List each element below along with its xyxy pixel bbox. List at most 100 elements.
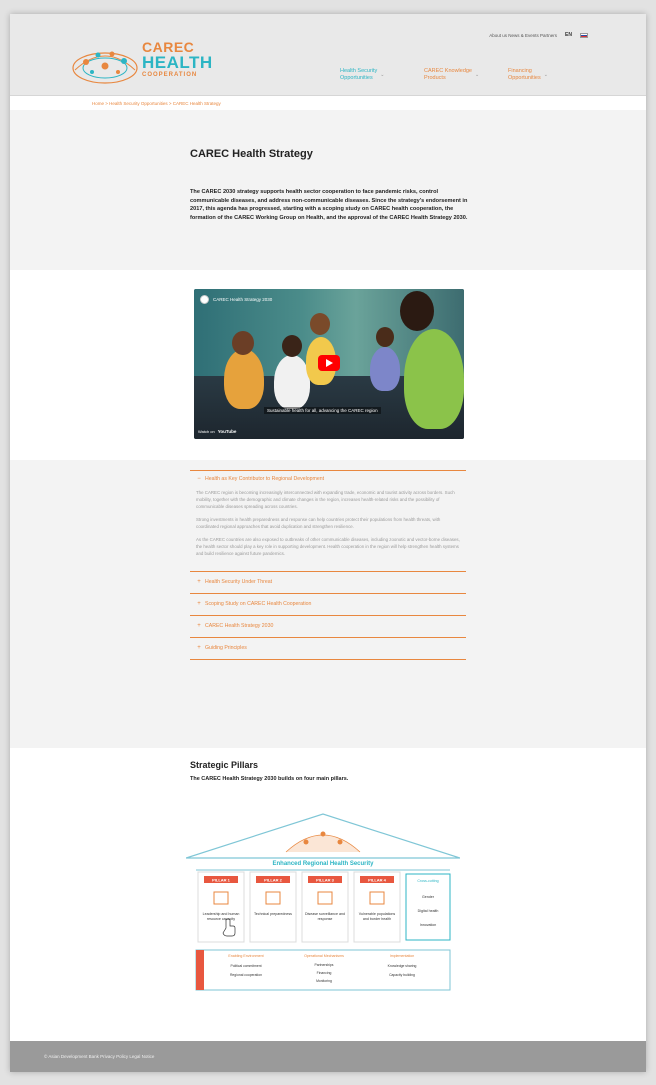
accordion-header[interactable]: + Scoping Study on CAREC Health Cooperat… [190,594,466,615]
pillar-3[interactable]: PILLAR 3 Disease surveillance and respon… [301,871,349,943]
pillar-text: Technical preparedness [254,912,292,916]
accordion-title: Guiding Principles [205,645,247,651]
base-item: Knowledge sharing [388,964,417,968]
logo-text: CAREC HEALTH COOPERATION [142,40,213,78]
side-box-item: Digital health [418,909,439,913]
accordion-header[interactable]: + Health Security Under Threat [190,572,466,593]
accordion-header[interactable]: + Guiding Principles [190,638,466,659]
roof-dot-icon [303,839,309,845]
top-links[interactable]: About us News & Events Partners [489,33,557,38]
accordion-item[interactable]: + Health Security Under Threat [190,571,466,593]
pillar-tag: PILLAR 3 [316,878,335,883]
video-player[interactable]: CAREC Health Strategy 2030 Sustainable h… [194,289,464,439]
base-section-title: Operational Mechanisms [304,954,344,958]
video-figure [224,349,264,409]
accordion-section: − Health as Key Contributor to Regional … [10,460,646,748]
roof-globe-icon [285,834,361,853]
side-box-item: Gender [422,895,435,899]
footer-links[interactable]: © Asian Development Bank Privacy Policy … [44,1054,154,1059]
video-figure-head [400,291,434,331]
watch-on-label: Watch on [198,429,215,434]
plus-icon: + [197,645,201,651]
base-section-title: Enabling Environment [228,954,263,958]
video-caption: Sustainable health for all, advancing th… [264,407,381,414]
video-section: CAREC Health Strategy 2030 Sustainable h… [10,270,646,460]
nav-label: CAREC Knowledge Products [424,68,472,81]
play-icon[interactable] [318,355,340,371]
chevron-down-icon: ⌄ [543,72,548,78]
pillars-title: Strategic Pillars [190,760,259,770]
logo-globe-icon [72,51,138,84]
accordion-paragraph: Strong investments in health preparednes… [196,517,441,529]
accordion-paragraph: The CAREC region is becoming increasingl… [196,490,455,509]
base-section-title: Implementation [390,954,415,958]
side-box-item: Innovation [420,923,437,927]
youtube-logo: YouTube [217,429,237,434]
base-item: Monitoring [316,979,332,983]
base-item: Financing [317,971,332,975]
accordion-paragraph: As the CAREC countries are also exposed … [196,537,460,556]
channel-avatar[interactable] [200,295,209,304]
intro-section: CAREC Health Strategy The CAREC 2030 str… [10,110,646,270]
plus-icon: + [197,601,201,607]
accordion-title: Health Security Under Threat [205,579,273,585]
accordion-header[interactable]: + CAREC Health Strategy 2030 [190,616,466,637]
plus-icon: + [197,623,201,629]
pillar-text: Vulnerable populations and border health [358,912,396,921]
side-box-border [405,873,451,941]
page-frame: CAREC HEALTH COOPERATION About us News &… [10,14,646,1072]
logo-line-1: CAREC [142,39,195,55]
pillars-section: Strategic Pillars The CAREC Health Strat… [10,748,646,1002]
video-figure-head [232,331,254,355]
page-title: CAREC Health Strategy [190,148,313,160]
accordion-item[interactable]: + Guiding Principles [190,637,466,660]
foundation: Enabling Environment Political commitmen… [195,949,451,991]
intro-lead: The CAREC 2030 strategy supports health … [190,189,468,221]
pillar-tag: PILLAR 4 [368,878,387,883]
breadcrumb[interactable]: Home > Health Security Opportunities > C… [92,101,221,106]
nav-label: Health Security Opportunities [340,68,378,81]
accordion-title: Health as Key Contributor to Regional De… [205,476,325,482]
accordion-title: Scoping Study on CAREC Health Cooperatio… [205,601,312,607]
site-header: CAREC HEALTH COOPERATION About us News &… [10,14,646,96]
side-box-title: Cross-cutting [417,879,438,883]
cross-cutting-box: Cross-cutting Gender Digital health Inno… [405,873,451,941]
nav-health-security[interactable]: Health Security Opportunities ⌄ [340,68,402,82]
accordion-item[interactable]: + CAREC Health Strategy 2030 [190,615,466,637]
site-footer: © Asian Development Bank Privacy Policy … [10,1041,646,1072]
pillar-4[interactable]: PILLAR 4 Vulnerable populations and bord… [353,871,401,943]
site-logo[interactable]: CAREC HEALTH COOPERATION [70,40,220,84]
chevron-down-icon: ⌄ [475,72,480,78]
base-item: Capacity building [389,973,415,977]
video-figure-head [310,313,330,335]
accordion-header[interactable]: − Health as Key Contributor to Regional … [190,471,466,487]
roof-dot-icon [337,839,343,845]
pillar-2[interactable]: PILLAR 2 Technical preparedness [249,871,297,943]
pillar-tag: PILLAR 2 [264,878,283,883]
accordion-title: CAREC Health Strategy 2030 [205,623,274,629]
pillar-1[interactable]: PILLAR 1 Leadership and human resource c… [197,871,245,943]
nav-knowledge-products[interactable]: CAREC Knowledge Products ⌄ [424,68,486,82]
top-utility-bar: About us News & Events Partners EN [489,32,588,38]
base-item: Partnerships [314,963,333,967]
pillar-text: Leadership and human resource capacity [202,912,240,921]
foundation-side-tag [196,950,204,990]
main-nav: Health Security Opportunities ⌄ CAREC Kn… [340,68,570,82]
video-figure [274,355,310,409]
video-header: CAREC Health Strategy 2030 [200,295,272,304]
watch-on-youtube[interactable]: Watch on YouTube [198,429,236,434]
nav-label: Financing Opportunities [508,68,541,81]
base-item: Regional cooperation [230,973,262,977]
roof-label: Enhanced Regional Health Security [272,861,374,867]
video-figure-head [282,335,302,357]
pillar-tag: PILLAR 1 [212,878,231,883]
language-selector[interactable]: EN [565,32,572,38]
nav-financing[interactable]: Financing Opportunities ⌄ [508,68,570,82]
video-figure-head [376,327,394,347]
base-item: Political commitment [230,964,261,968]
video-title[interactable]: CAREC Health Strategy 2030 [213,297,272,302]
minus-icon: − [197,476,201,482]
pillars-subtitle: The CAREC Health Strategy 2030 builds on… [190,776,349,782]
flag-icon[interactable] [580,32,588,38]
accordion-item[interactable]: + Scoping Study on CAREC Health Cooperat… [190,593,466,615]
